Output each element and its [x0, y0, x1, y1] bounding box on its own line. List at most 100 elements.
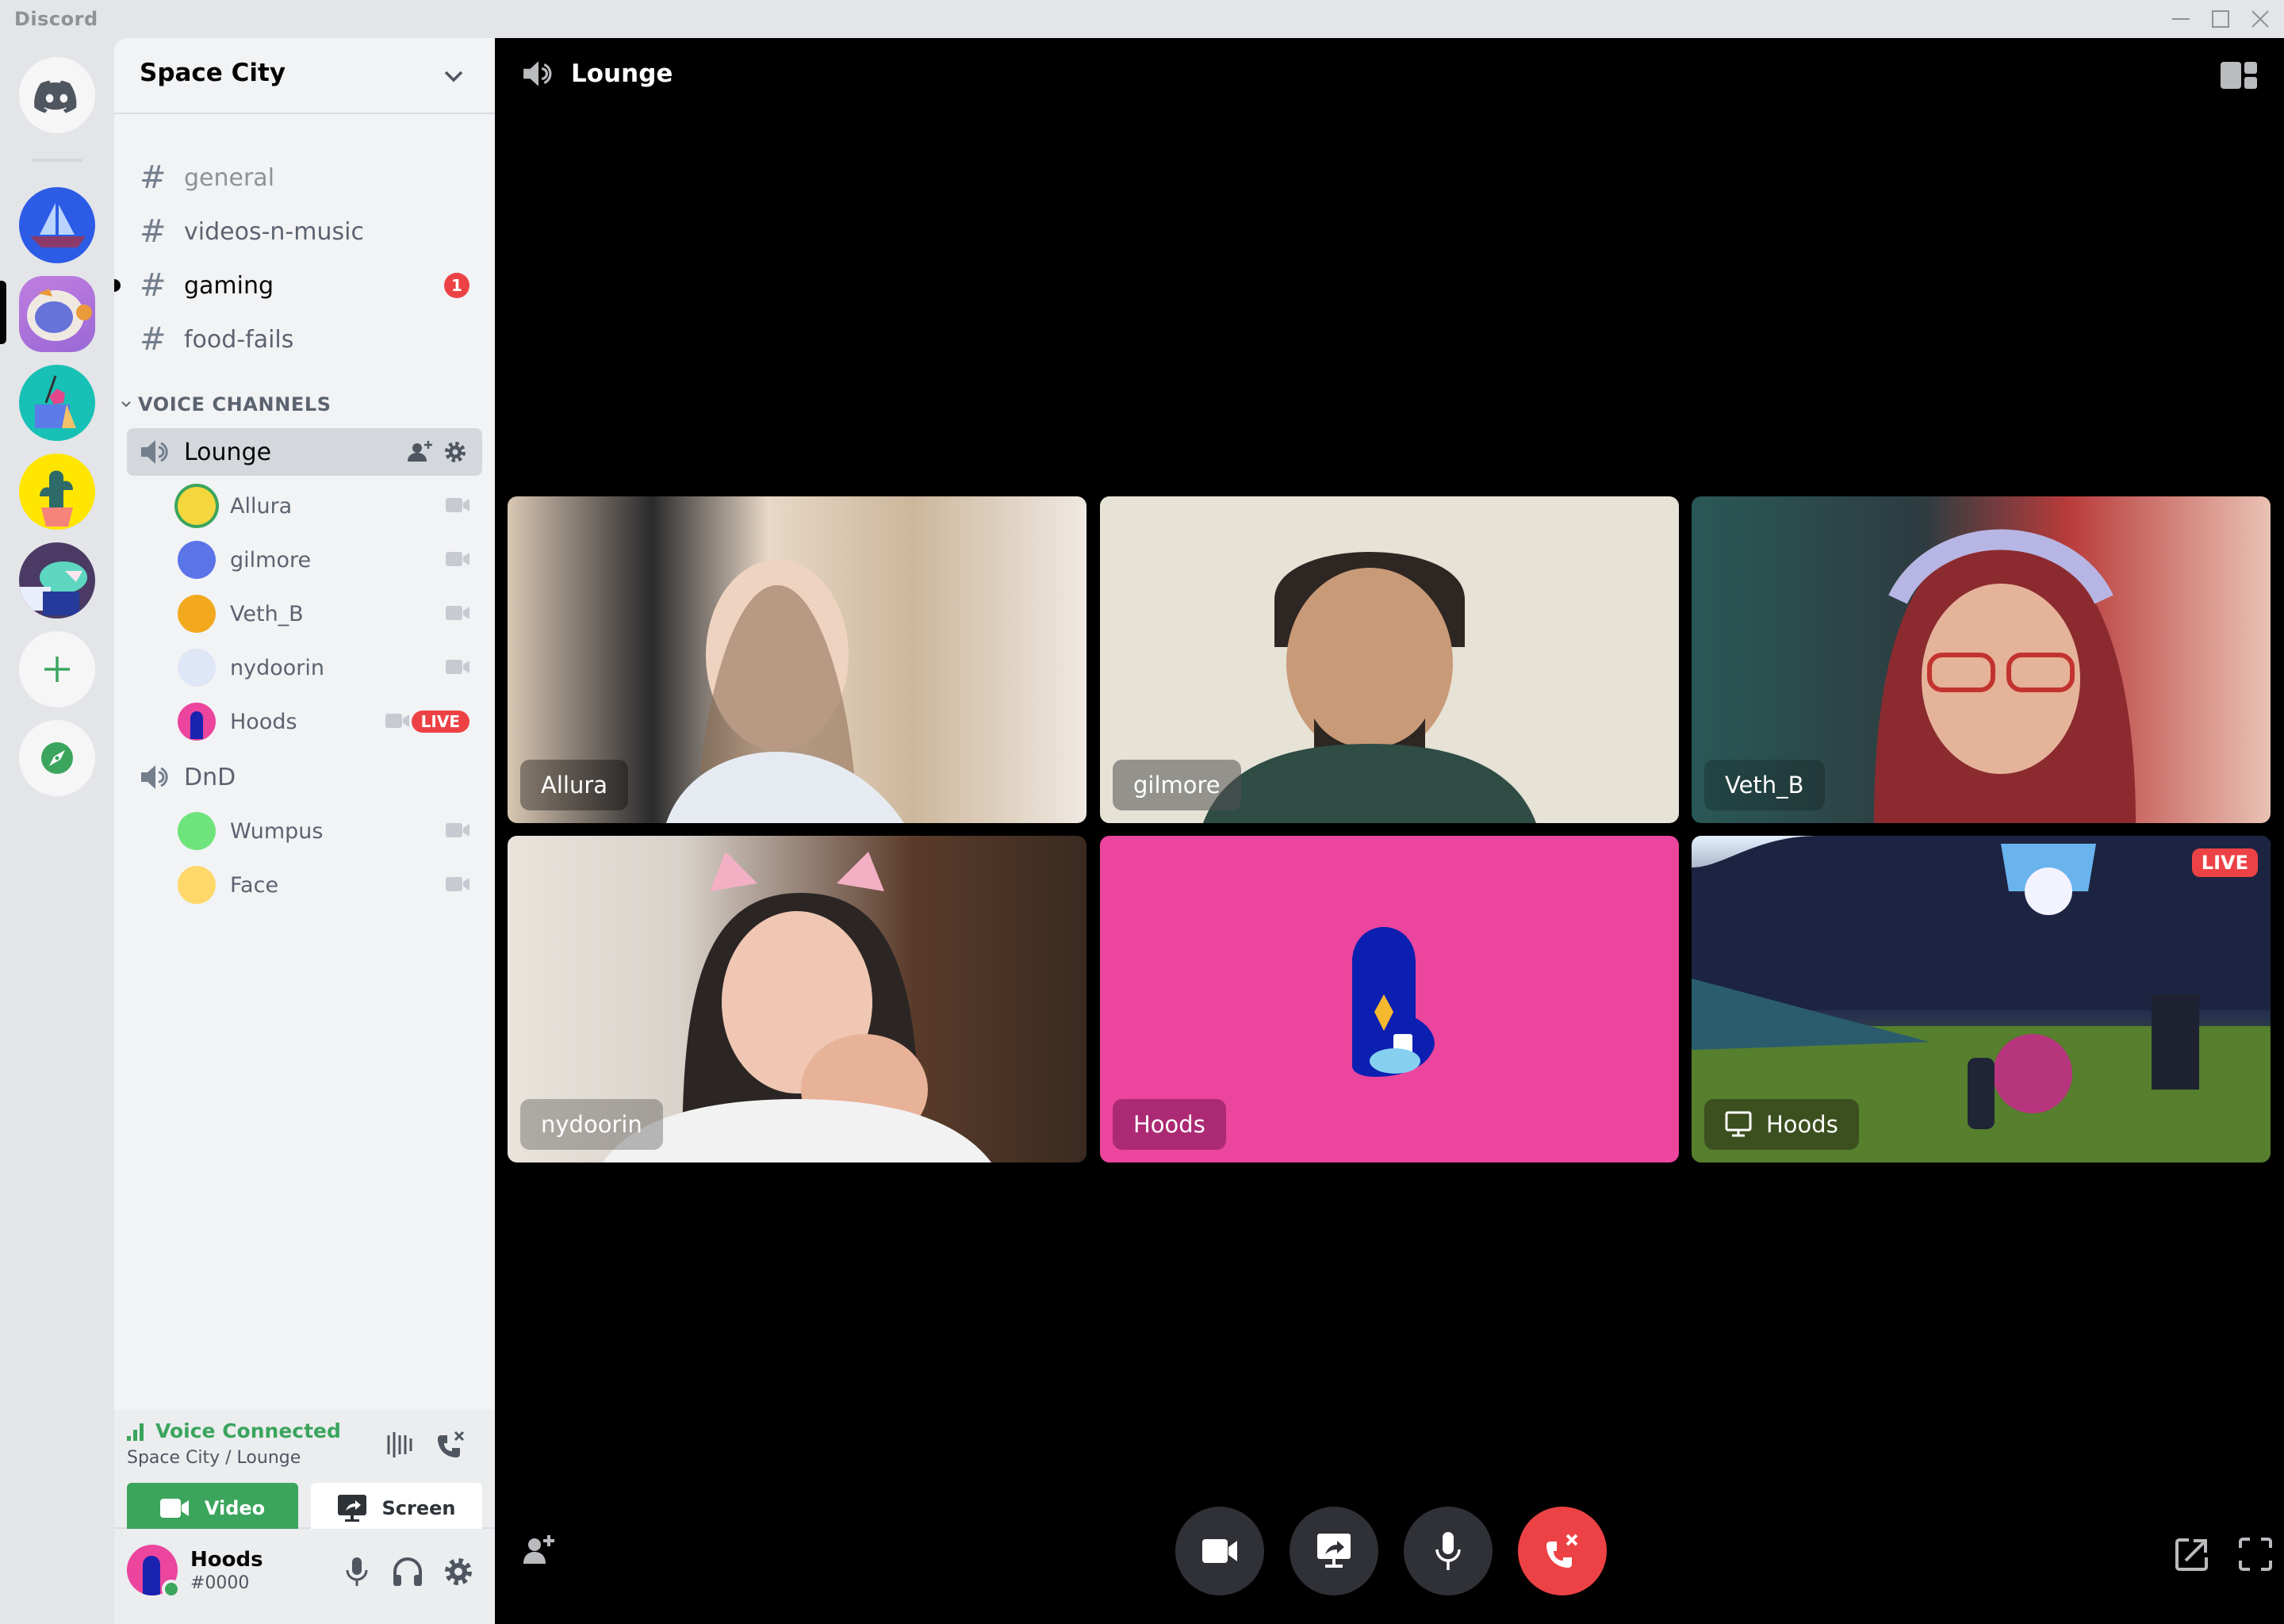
compass-icon [41, 742, 73, 774]
rail-divider [32, 159, 82, 162]
video-tile-nydoorin[interactable]: nydoorin [508, 836, 1086, 1162]
voice-member-allura[interactable]: Allura [178, 482, 482, 530]
participant-name-tag: Veth_B [1704, 760, 1825, 810]
participant-name: nydoorin [541, 1111, 642, 1138]
server-rail [0, 38, 114, 1624]
chevron-down-icon [121, 401, 131, 408]
server-icon-ship[interactable] [19, 187, 95, 263]
member-name: Wumpus [230, 818, 324, 844]
voice-member-gilmore[interactable]: gilmore [178, 536, 482, 584]
noise-suppression-icon[interactable] [384, 1429, 416, 1461]
server-header[interactable]: Space City [114, 38, 495, 114]
pop-out-icon[interactable] [2175, 1537, 2209, 1572]
voice-member-wumpus[interactable]: Wumpus [178, 807, 482, 855]
channel-name: general [184, 163, 275, 192]
server-icon-cactus[interactable] [19, 454, 95, 530]
cactus-icon [40, 470, 73, 527]
voice-category-header[interactable]: VOICE CHANNELS [121, 393, 331, 416]
headphones-icon[interactable] [390, 1554, 425, 1589]
video-camera-icon [446, 877, 469, 891]
home-button[interactable] [19, 57, 95, 133]
speaker-icon [141, 440, 168, 464]
voice-member-nydoorin[interactable]: nydoorin [178, 644, 482, 691]
disconnect-icon[interactable] [435, 1429, 466, 1461]
invite-member-icon[interactable] [406, 438, 435, 466]
video-button[interactable]: Video [127, 1483, 298, 1534]
channel-sidebar: Space City # general # videos-n-music # … [114, 38, 495, 1624]
voice-channel-dnd[interactable]: DnD [127, 753, 482, 801]
video-camera-icon [446, 498, 469, 512]
grid-layout-icon[interactable] [2221, 62, 2257, 89]
voice-status-label: Voice Connected [155, 1419, 341, 1442]
toggle-camera-button[interactable] [1175, 1507, 1264, 1595]
monitor-icon [1725, 1111, 1752, 1137]
toggle-mute-button[interactable] [1404, 1507, 1493, 1595]
participant-name: Veth_B [1725, 772, 1804, 799]
screen-share-button[interactable] [1290, 1507, 1378, 1595]
hash-icon: # [140, 159, 167, 196]
invite-to-call-icon[interactable] [522, 1532, 557, 1567]
hash-icon: # [140, 213, 167, 250]
channel-gaming[interactable]: # gaming 1 [127, 262, 482, 309]
gear-icon[interactable] [441, 1554, 476, 1589]
server-icon-fish[interactable] [19, 542, 95, 619]
member-name: Face [230, 872, 279, 898]
participant-name: Hoods [1133, 1111, 1205, 1138]
channel-general[interactable]: # general [127, 154, 482, 201]
fish-monster-icon [19, 561, 87, 615]
voice-member-veth-b[interactable]: Veth_B [178, 590, 482, 638]
microphone-icon[interactable] [339, 1554, 374, 1589]
channel-videos-n-music[interactable]: # videos-n-music [127, 208, 482, 255]
video-camera-icon [446, 660, 469, 674]
chevron-down-icon [444, 71, 463, 82]
video-camera-icon [1202, 1539, 1237, 1563]
avatar [178, 866, 216, 904]
voice-status[interactable]: Voice Connected [127, 1419, 341, 1442]
gear-icon[interactable] [441, 438, 469, 466]
participant-name-tag: nydoorin [520, 1099, 663, 1150]
category-label: VOICE CHANNELS [138, 393, 331, 416]
active-server-indicator [0, 281, 6, 344]
channel-name: DnD [184, 763, 236, 791]
avatar [178, 812, 216, 850]
fullscreen-icon[interactable] [2238, 1537, 2273, 1572]
discord-logo-icon [34, 80, 77, 113]
video-tile-allura[interactable]: Allura [508, 496, 1086, 823]
video-tile-gilmore[interactable]: gilmore [1100, 496, 1679, 823]
video-camera-icon [446, 823, 469, 837]
avatar [178, 595, 216, 633]
screen-share-button[interactable]: Screen [311, 1483, 482, 1534]
call-title: Lounge [571, 59, 673, 88]
disconnect-call-button[interactable] [1518, 1507, 1607, 1595]
participant-name-tag: Allura [520, 760, 629, 810]
call-view: Lounge Allura gilmore Veth_B nydoorin Ho… [495, 38, 2284, 1624]
member-name: Hoods [230, 709, 297, 734]
channel-food-fails[interactable]: # food-fails [127, 316, 482, 363]
participant-name-tag: Hoods [1113, 1099, 1226, 1150]
member-name: nydoorin [230, 655, 324, 680]
avatar-tile-hoods[interactable]: Hoods [1100, 836, 1679, 1162]
participant-name: Allura [541, 772, 608, 799]
voice-member-hoods[interactable]: Hoods LIVE [178, 698, 482, 745]
maximize-icon[interactable] [2205, 5, 2236, 33]
minimize-icon[interactable] [2165, 5, 2197, 33]
server-icon-dnd[interactable] [19, 365, 95, 441]
stream-tile-hoods[interactable]: LIVE Hoods [1692, 836, 2271, 1162]
title-bar: Discord [0, 0, 2284, 38]
user-tag: #0000 [190, 1573, 250, 1593]
live-badge: LIVE [2191, 848, 2258, 877]
app-name: Discord [14, 8, 98, 30]
username[interactable]: Hoods [190, 1548, 263, 1572]
screen-share-icon [337, 1495, 366, 1522]
avatar [178, 703, 216, 741]
add-server-button[interactable] [19, 631, 95, 707]
server-icon-space-city[interactable] [19, 276, 95, 352]
voice-member-face[interactable]: Face [178, 861, 482, 909]
call-header: Lounge [522, 59, 673, 89]
explore-servers-button[interactable] [19, 720, 95, 796]
participant-name-tag: gilmore [1113, 760, 1241, 810]
video-tile-veth-b[interactable]: Veth_B [1692, 496, 2271, 823]
close-icon[interactable] [2244, 5, 2276, 33]
voice-channel-lounge[interactable]: Lounge [127, 428, 482, 476]
member-name: Veth_B [230, 601, 304, 626]
